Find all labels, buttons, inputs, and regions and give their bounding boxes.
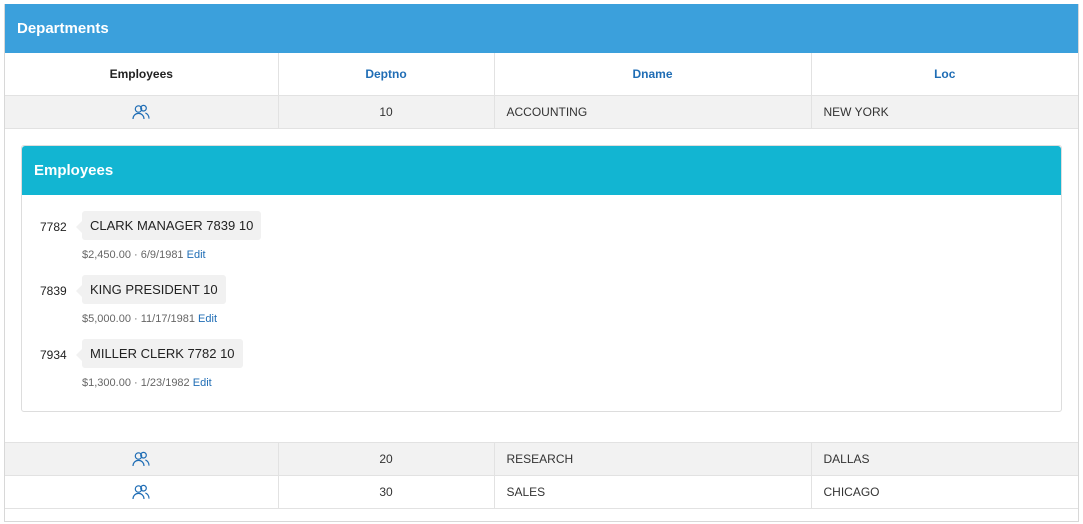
employee-meta: $1,300.00 · 1/23/1982 Edit [82,377,243,389]
meta-separator: · [134,376,138,389]
loc-cell: DALLAS [811,442,1078,476]
grid-header-row: Employees Deptno Dname Loc [5,53,1078,96]
employees-cell [5,475,279,509]
list-item: 7782 CLARK MANAGER 7839 10 $2,450.00 · 6… [22,210,1061,261]
employee-number: 7934 [40,347,67,362]
dname-cell: SALES [494,475,812,509]
employee-hiredate: 1/23/1982 [140,376,190,389]
users-icon[interactable] [132,104,150,120]
detail-cell: Employees 7782 CLARK MANAGER 7839 10 $2,… [5,128,1078,443]
edit-link[interactable]: Edit [198,313,217,325]
list-item: 7934 MILLER CLERK 7782 10 $1,300.00 · 1/… [22,338,1061,389]
employees-subregion: Employees 7782 CLARK MANAGER 7839 10 $2,… [21,144,1062,412]
deptno-cell: 20 [278,442,495,476]
loc-cell: NEW YORK [811,95,1078,129]
employee-number: 7782 [40,219,67,234]
employee-salary: $5,000.00 [82,312,131,325]
departments-region-title: Departments [5,4,1078,53]
col-header-deptno[interactable]: Deptno [278,53,495,96]
table-row: 30 SALES CHICAGO [5,475,1078,509]
edit-link[interactable]: Edit [193,377,212,389]
employee-hiredate: 11/17/1981 [140,312,195,325]
employee-summary: CLARK MANAGER 7839 10 [75,210,262,240]
employee-salary: $1,300.00 [82,376,131,389]
users-icon[interactable] [132,451,150,467]
departments-grid: Employees Deptno Dname Loc 10 ACCOUNTING… [5,53,1078,509]
list-item: 7839 KING PRESIDENT 10 $5,000.00 · 11/17… [22,274,1061,325]
employee-salary: $2,450.00 [82,248,131,261]
meta-separator: · [134,248,138,261]
departments-region: Departments Employees Deptno Dname Loc 1… [4,4,1079,522]
dname-cell: ACCOUNTING [494,95,812,129]
employees-subregion-title: Employees [22,145,1061,195]
edit-link[interactable]: Edit [187,249,206,261]
meta-separator: · [134,312,138,325]
col-header-dname[interactable]: Dname [494,53,812,96]
employee-meta: $2,450.00 · 6/9/1981 Edit [82,249,261,261]
deptno-cell: 30 [278,475,495,509]
table-row: 10 ACCOUNTING NEW YORK [5,95,1078,129]
employees-cell [5,95,279,129]
employees-cell [5,442,279,476]
employee-hiredate: 6/9/1981 [140,248,184,261]
employee-meta: $5,000.00 · 11/17/1981 Edit [82,313,226,325]
detail-row: Employees 7782 CLARK MANAGER 7839 10 $2,… [5,128,1078,443]
employee-summary: KING PRESIDENT 10 [76,274,226,304]
dname-cell: RESEARCH [494,442,812,476]
employee-list: 7782 CLARK MANAGER 7839 10 $2,450.00 · 6… [22,195,1061,411]
employee-summary: MILLER CLERK 7782 10 [76,338,243,368]
loc-cell: CHICAGO [811,475,1078,509]
col-header-loc[interactable]: Loc [811,53,1078,96]
employee-number: 7839 [40,283,67,298]
deptno-cell: 10 [278,95,495,129]
table-row: 20 RESEARCH DALLAS [5,442,1078,476]
col-header-employees: Employees [5,53,279,96]
users-icon[interactable] [132,484,150,500]
